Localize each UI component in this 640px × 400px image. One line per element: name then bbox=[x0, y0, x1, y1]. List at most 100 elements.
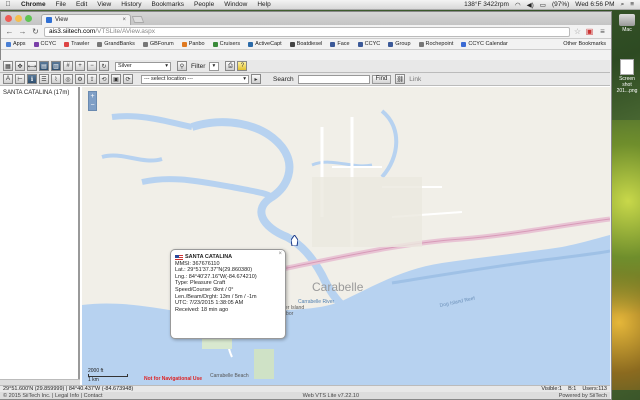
bookmark-item[interactable]: Boatdiesel bbox=[289, 41, 322, 47]
filter-icon[interactable]: ⚲ bbox=[177, 61, 187, 71]
zoom-in-button[interactable]: + bbox=[89, 92, 96, 101]
new-tab-button[interactable] bbox=[131, 16, 145, 23]
bookmark-item[interactable]: ActiveCapt bbox=[248, 41, 282, 47]
bookmark-item[interactable]: Face bbox=[330, 41, 350, 47]
footer-links[interactable]: © 2015 SiiTech Inc. | Legal Info | Conta… bbox=[3, 393, 103, 399]
bookmark-label: Face bbox=[337, 41, 350, 47]
menu-history[interactable]: History bbox=[116, 1, 146, 8]
back-icon[interactable]: ← bbox=[5, 27, 14, 36]
link-label[interactable]: Link bbox=[407, 76, 423, 83]
pan-icon[interactable]: ✥ bbox=[15, 61, 25, 71]
apple-icon[interactable]:  bbox=[0, 1, 16, 8]
track-icon[interactable]: ⌇ bbox=[51, 74, 61, 84]
toolbar-bottom: A ⊢ ℹ ☰ ⌇ ◎ ⚙ ⇪ ⟲ ▣ ⟳ --- select locatio… bbox=[0, 73, 610, 86]
theme-select[interactable]: Silver ▾ bbox=[115, 61, 171, 71]
info-icon[interactable]: ℹ bbox=[27, 74, 37, 84]
ruler-icon[interactable]: ⊢ bbox=[15, 74, 25, 84]
layers-icon[interactable]: ▦ bbox=[3, 61, 13, 71]
popup-lat: Lat.: 29°51'37.37"N(29.860380) bbox=[175, 267, 253, 274]
search-input[interactable] bbox=[297, 74, 370, 84]
location-select[interactable]: --- select location --- ▾ bbox=[141, 74, 249, 84]
vessel-list-item[interactable]: SANTA CATALINA (17m) bbox=[0, 87, 78, 99]
address-bar[interactable]: ais3.siitech.com/VTSLite/AView.aspx bbox=[44, 26, 570, 37]
spotlight-icon[interactable]: ⌕ bbox=[621, 1, 625, 9]
zoom-window-icon[interactable] bbox=[25, 15, 32, 22]
mac-menubar:  Chrome File Edit View History Bookmark… bbox=[0, 0, 640, 10]
forward-icon[interactable]: → bbox=[18, 27, 27, 36]
other-bookmarks[interactable]: Other Bookmarks bbox=[563, 41, 606, 47]
bookmark-item[interactable]: Apps bbox=[6, 41, 26, 47]
find-button[interactable]: Find bbox=[371, 74, 392, 84]
link-icon[interactable]: ⛓ bbox=[395, 74, 406, 84]
settings-icon[interactable]: ⚙ bbox=[75, 74, 85, 84]
refresh-icon[interactable]: ↻ bbox=[99, 61, 109, 71]
sync-icon[interactable]: ⟳ bbox=[123, 74, 133, 84]
bookmark-star-icon[interactable]: ☆ bbox=[574, 27, 581, 36]
vessel-list-icon[interactable]: ☰ bbox=[39, 74, 49, 84]
bookmark-item[interactable]: CCYC Calendar bbox=[461, 41, 508, 47]
export-icon[interactable]: ⇪ bbox=[87, 74, 97, 84]
menu-window[interactable]: Window bbox=[219, 1, 252, 8]
bookmark-item[interactable]: CCYC bbox=[357, 41, 380, 47]
filter-label[interactable]: Filter bbox=[189, 63, 207, 70]
menu-bookmarks[interactable]: Bookmarks bbox=[146, 1, 189, 8]
menu-people[interactable]: People bbox=[189, 1, 219, 8]
vessel-marker-icon[interactable] bbox=[291, 235, 298, 246]
bookmark-favicon-icon bbox=[461, 41, 467, 47]
bookmark-item[interactable]: Cruisers bbox=[212, 41, 240, 47]
page-footer: © 2015 SiiTech Inc. | Legal Info | Conta… bbox=[0, 392, 610, 399]
bookmark-item[interactable]: GrandBanks bbox=[97, 41, 135, 47]
cycle-icon[interactable]: ⟲ bbox=[99, 74, 109, 84]
hard-drive-icon[interactable] bbox=[619, 14, 635, 26]
wifi-icon[interactable]: ◠ bbox=[515, 1, 521, 9]
zoom-out-tool-icon[interactable]: − bbox=[87, 61, 97, 71]
bookmark-item[interactable]: Panbo bbox=[181, 41, 205, 47]
powered-by: Powered by SiiTech bbox=[558, 392, 607, 399]
menu-help[interactable]: Help bbox=[252, 1, 275, 8]
grid-icon[interactable]: # bbox=[63, 61, 73, 71]
menu-chrome[interactable]: Chrome bbox=[16, 1, 51, 8]
measure-icon[interactable]: ⟷ bbox=[27, 61, 37, 71]
help-icon[interactable]: ? bbox=[237, 61, 248, 71]
print-icon[interactable]: ⎙ bbox=[225, 61, 236, 71]
version-label: Web VTS Lite v7.22.10 bbox=[302, 392, 360, 399]
extension-icon[interactable]: ▣ bbox=[585, 27, 594, 36]
bookmark-favicon-icon bbox=[289, 41, 295, 47]
map-view-icon[interactable]: ▤ bbox=[39, 61, 49, 71]
reload-icon[interactable]: ↻ bbox=[31, 27, 40, 36]
menu-file[interactable]: File bbox=[51, 1, 71, 8]
bookmark-item[interactable]: Trawler bbox=[64, 41, 89, 47]
chrome-menu-icon[interactable]: ≡ bbox=[598, 27, 607, 36]
notification-icon[interactable]: ≡ bbox=[630, 1, 634, 8]
bookmark-item[interactable]: GBForum bbox=[142, 41, 174, 47]
clock[interactable]: Wed 6:56 PM bbox=[575, 1, 614, 8]
chart-overlay-icon[interactable]: ▣ bbox=[111, 74, 121, 84]
bookmark-item[interactable]: Rochepoint bbox=[418, 41, 453, 47]
temperature-readout[interactable]: 138°F 3422rpm bbox=[464, 1, 509, 8]
tab-strip: View × bbox=[1, 12, 611, 25]
radar-icon[interactable]: ◎ bbox=[63, 74, 73, 84]
zoom-out-button[interactable]: − bbox=[89, 101, 96, 110]
close-popup-icon[interactable]: × bbox=[278, 251, 282, 258]
menu-view[interactable]: View bbox=[92, 1, 116, 8]
screenshot-file-icon[interactable] bbox=[620, 59, 634, 75]
zoom-in-tool-icon[interactable]: + bbox=[75, 61, 85, 71]
bookmark-item[interactable]: CCYC bbox=[33, 41, 56, 47]
go-location-icon[interactable]: ▸ bbox=[251, 74, 261, 84]
bookmark-item[interactable]: Group bbox=[388, 41, 411, 47]
wallpaper-leaf bbox=[610, 120, 640, 390]
tab-view[interactable]: View × bbox=[41, 14, 131, 25]
menu-edit[interactable]: Edit bbox=[71, 1, 92, 8]
volume-icon[interactable]: ◀) bbox=[527, 1, 534, 9]
battery-icon[interactable]: ▭ bbox=[540, 1, 546, 9]
popup-dimensions: Len./Beam/Drght: 13m / 5m / -1m bbox=[175, 293, 257, 300]
close-window-icon[interactable] bbox=[5, 15, 12, 22]
battery-percent: (97%) bbox=[551, 1, 570, 8]
map-view[interactable]: Carabelle Carrabelle River Carrabelle Be… bbox=[82, 87, 610, 385]
satellite-view-icon[interactable]: ▥ bbox=[51, 61, 61, 71]
minimize-window-icon[interactable] bbox=[15, 15, 22, 22]
text-tool-icon[interactable]: A bbox=[3, 74, 13, 84]
url-path: /VTSLite/AView.aspx bbox=[95, 28, 155, 35]
filter-dropdown[interactable]: ▾ bbox=[209, 61, 220, 71]
close-tab-icon[interactable]: × bbox=[122, 17, 126, 23]
